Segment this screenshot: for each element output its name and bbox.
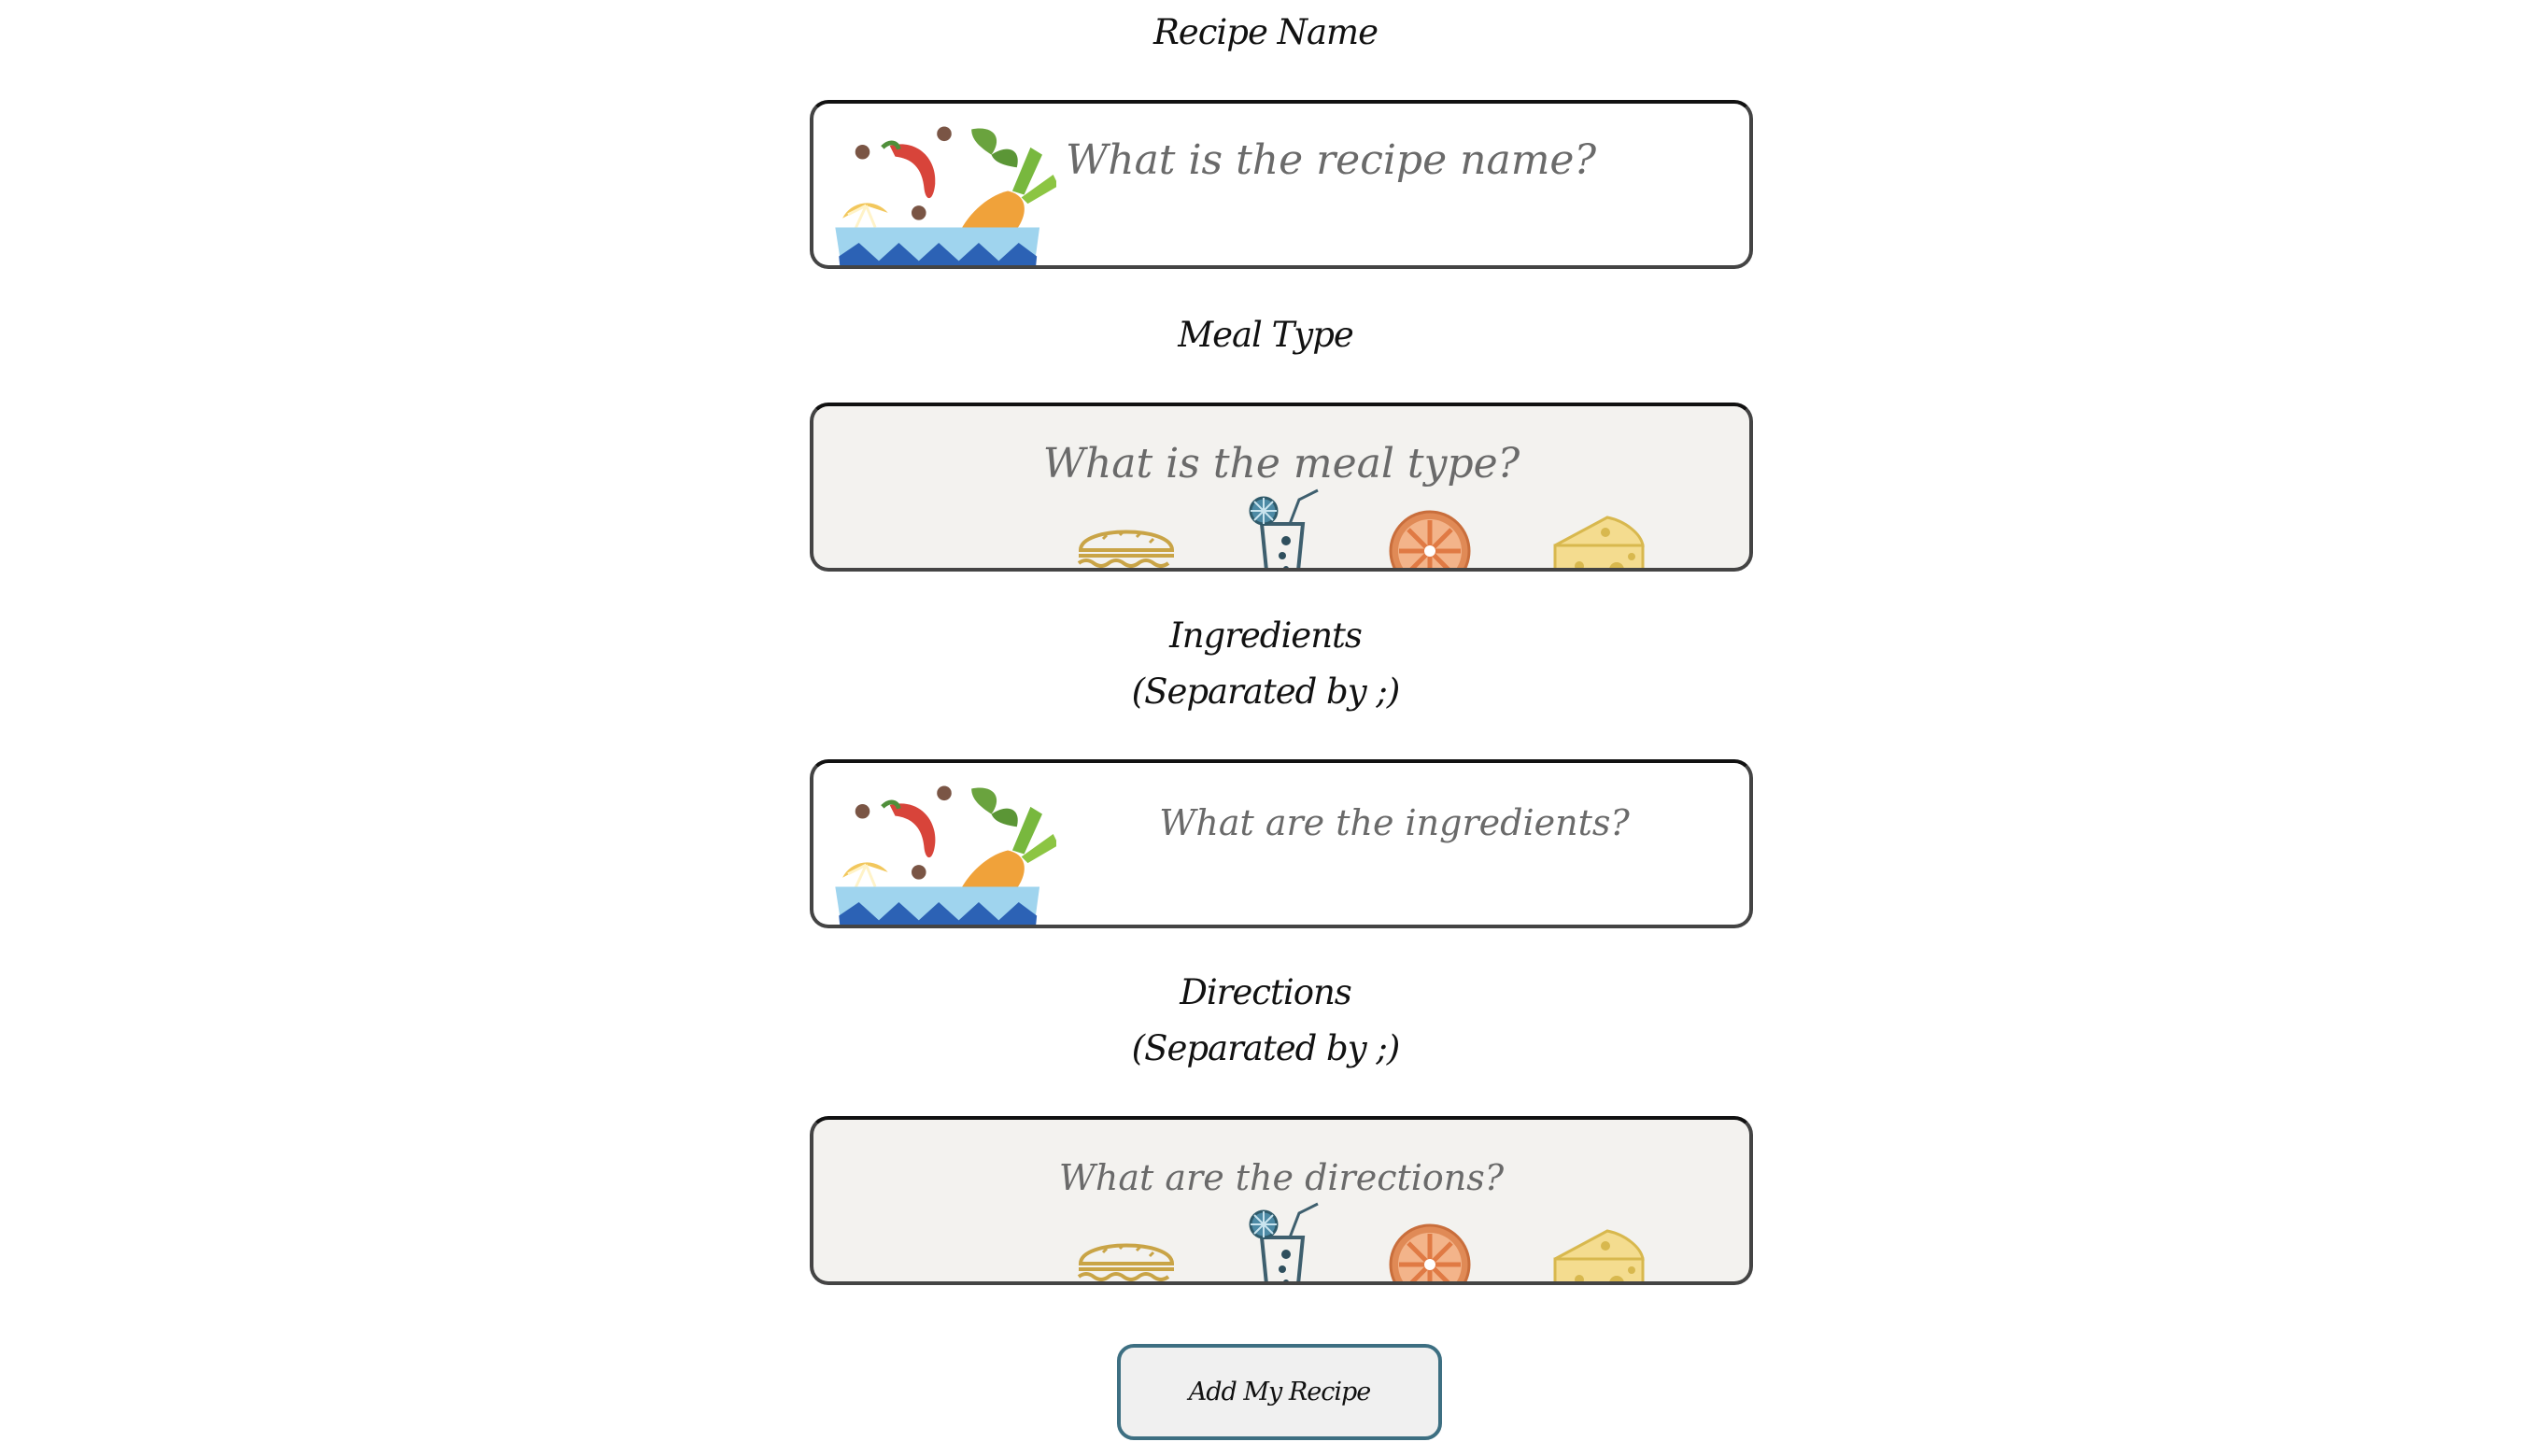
cheese-icon xyxy=(1551,1225,1645,1285)
meal-type-input[interactable] xyxy=(870,434,1693,492)
recipe-name-field[interactable] xyxy=(810,100,1753,269)
orange-slice-icon xyxy=(1388,1223,1472,1285)
ingredients-field[interactable] xyxy=(810,759,1753,928)
recipe-name-label: Recipe Name xyxy=(1152,12,1379,52)
cheese-icon xyxy=(1551,512,1645,572)
drink-glass-icon xyxy=(1245,488,1320,572)
orange-slice-icon xyxy=(1388,509,1472,572)
add-recipe-button[interactable]: Add My Recipe xyxy=(1117,1344,1442,1440)
directions-field[interactable] xyxy=(810,1116,1753,1285)
directions-hint: (Separated by ;) xyxy=(1131,1028,1401,1068)
burger-icon xyxy=(1075,1232,1178,1285)
ingredients-label: Ingredients xyxy=(1169,615,1363,656)
directions-textarea[interactable] xyxy=(870,1157,1693,1213)
ingredients-hint: (Separated by ;) xyxy=(1131,671,1401,712)
drink-glass-icon xyxy=(1245,1202,1320,1285)
directions-label: Directions xyxy=(1180,972,1352,1012)
recipe-name-input[interactable] xyxy=(1066,132,1719,188)
vegetable-bowl-icon xyxy=(832,111,1056,269)
vegetable-bowl-icon xyxy=(832,770,1056,928)
burger-icon xyxy=(1075,518,1178,572)
ingredients-textarea[interactable] xyxy=(1086,802,1703,914)
meal-type-label: Meal Type xyxy=(1178,315,1354,355)
meal-type-field[interactable] xyxy=(810,403,1753,572)
